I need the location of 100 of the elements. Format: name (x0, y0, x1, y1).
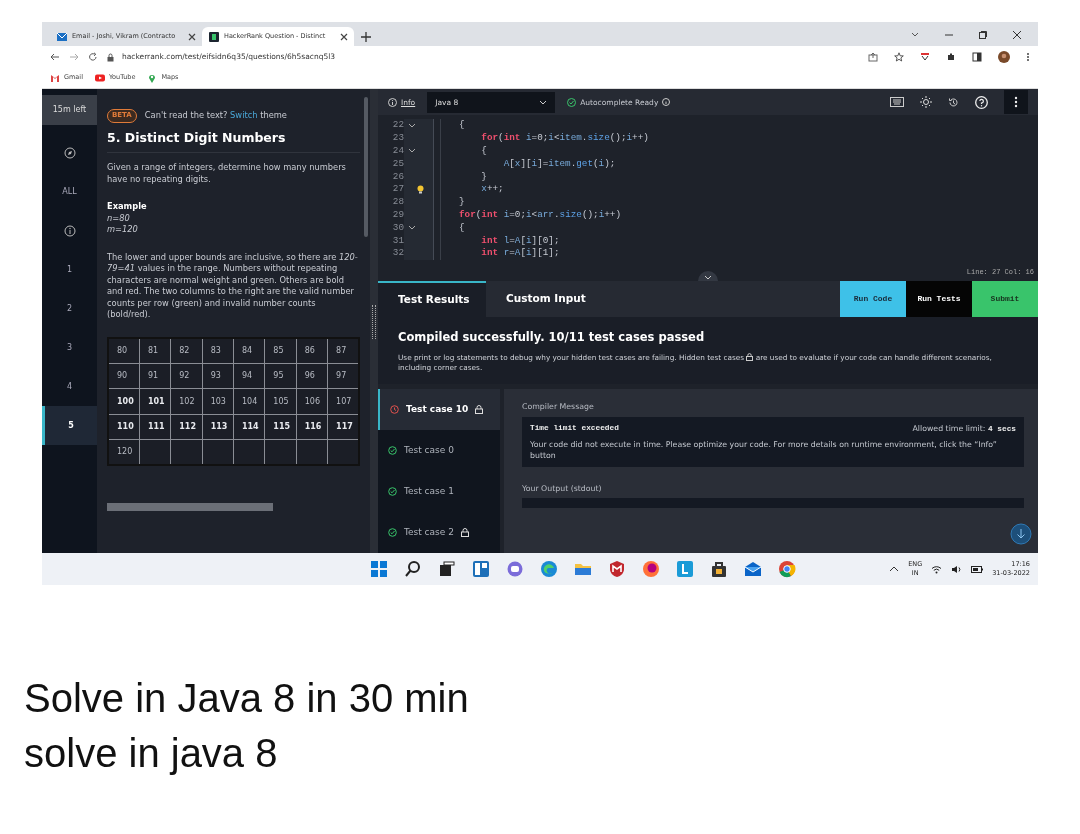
table-cell: 82 (170, 337, 203, 363)
table-cell: 120 (108, 439, 140, 465)
run-tests-button[interactable]: Run Tests (906, 280, 972, 318)
search-icon[interactable] (404, 560, 422, 578)
line-number: 30 (391, 221, 404, 235)
scrollbar[interactable] (107, 503, 273, 511)
code-line: for(int i=0;i<item.size();i++) (440, 132, 649, 145)
widgets-icon[interactable] (472, 560, 490, 578)
question-nav-item[interactable]: 2 (42, 289, 97, 328)
task-view-icon[interactable] (438, 560, 456, 578)
switch-link[interactable]: Switch (230, 110, 258, 120)
close-icon[interactable] (1012, 30, 1022, 40)
line-number: 24 (391, 145, 404, 158)
problem-title: 5. Distinct Digit Numbers (107, 122, 360, 153)
info-icon (63, 224, 76, 237)
chrome-icon[interactable] (778, 560, 796, 578)
code-line: int l=A[i][0]; (440, 234, 560, 248)
check-circle-icon (567, 97, 577, 107)
table-cell: 87 (327, 337, 359, 363)
keyboard-icon[interactable] (890, 97, 904, 108)
code-line: int r=A[i][1]; (440, 247, 560, 261)
speaker-icon[interactable] (951, 564, 963, 574)
info-icon (662, 98, 671, 107)
envelope-icon (56, 30, 68, 43)
code-editor[interactable]: 22 { 23 for(int i=0;i<item.size();i++) 24 { 25 A[x][i]=item.get(i); 26 } 27 x++; 28 } 29 for(int i=0;i<arr.size();i++) 30 { 31 int l=A[i][0]; 32 int r=A[i][1]; (378, 115, 1038, 267)
fox-icon[interactable] (642, 560, 660, 578)
info-icon (388, 97, 397, 107)
menu-icon[interactable] (1026, 52, 1030, 62)
test-case-item[interactable]: Test case 0 (378, 430, 500, 471)
question-nav-item[interactable]: ALL (42, 172, 97, 211)
problem-description: Given a range of integers, determine how many numbers have no repeating digits. (107, 162, 347, 185)
extension-icon[interactable] (920, 52, 930, 62)
chat-icon[interactable] (506, 560, 524, 578)
results-tab[interactable]: Custom Input (486, 280, 636, 318)
line-number: 23 (391, 132, 404, 145)
code-line: } (440, 170, 487, 184)
lock-icon (746, 352, 754, 361)
line-number: 29 (391, 209, 404, 222)
reload-icon[interactable] (88, 52, 98, 62)
question-nav-item[interactable]: 5 (42, 406, 97, 445)
code-line: A[x][i]=item.get(i); (440, 157, 616, 171)
battery-icon[interactable] (971, 565, 984, 573)
share-icon[interactable] (868, 52, 878, 62)
fold-chevron-icon[interactable] (408, 225, 416, 232)
fold-chevron-icon[interactable] (408, 148, 416, 155)
chevron-up-icon[interactable] (889, 565, 900, 573)
wifi-icon[interactable] (931, 564, 943, 574)
sun-icon[interactable] (920, 96, 932, 109)
scrollbar[interactable] (364, 97, 368, 237)
question-nav-item[interactable]: 1 (42, 250, 97, 289)
code-line: for(int i=0;i<arr.size();i++) (440, 209, 621, 222)
test-case-item[interactable]: Test case 10 (378, 389, 500, 430)
close-icon[interactable] (188, 32, 196, 41)
line-number: 25 (391, 157, 404, 171)
table-cell: 90 (108, 363, 140, 389)
browser-icon[interactable] (540, 560, 558, 578)
line-number: 22 (391, 119, 404, 133)
line-number: 28 (391, 196, 404, 209)
side-panel-icon[interactable] (972, 52, 982, 62)
help-icon[interactable] (975, 95, 988, 109)
shield-icon[interactable] (608, 560, 626, 578)
example-heading: Example (107, 201, 148, 213)
table-cell: 84 (233, 337, 265, 363)
shopping-bag-icon[interactable] (710, 560, 728, 578)
scroll-down-icon[interactable] (1010, 523, 1032, 545)
site-logo-icon (208, 30, 220, 43)
test-case-item[interactable]: Test case 2 (378, 512, 500, 553)
compass-icon (63, 146, 76, 159)
test-case-item[interactable]: Test case 1 (378, 471, 500, 512)
fold-chevron-icon[interactable] (408, 122, 416, 129)
start-icon[interactable] (370, 560, 388, 578)
example-value: n=80 (107, 212, 131, 224)
results-tab[interactable]: Test Results (378, 280, 486, 318)
more-icon[interactable] (1014, 96, 1018, 109)
timer-text: 15m left (42, 95, 97, 125)
collapse-chevron-icon[interactable] (698, 270, 718, 281)
question-nav-item[interactable]: 3 (42, 328, 97, 367)
caption-text: Solve in Java 8 in 30 min (24, 675, 470, 722)
resize-handle[interactable] (372, 305, 376, 339)
lightbulb-icon[interactable] (417, 185, 424, 195)
question-nav-item[interactable]: 4 (42, 367, 97, 406)
close-icon[interactable] (340, 32, 348, 41)
run-code-button[interactable]: Run Code (840, 280, 906, 318)
back-icon[interactable] (50, 52, 60, 62)
table-cell: 86 (296, 337, 328, 363)
app-tile-icon[interactable] (676, 560, 694, 578)
avatar-icon[interactable] (998, 51, 1010, 63)
table-cell: 81 (139, 337, 171, 363)
line-number: 27 (391, 183, 404, 197)
table-cell: 85 (264, 337, 297, 363)
code-line: { (440, 145, 487, 158)
history-icon[interactable] (948, 96, 959, 108)
mail-icon[interactable] (744, 560, 762, 578)
table-cell: 100 (108, 388, 140, 414)
caption-text: solve in java 8 (24, 730, 279, 777)
star-icon[interactable] (894, 52, 904, 62)
code-line: } (440, 196, 465, 209)
submit-button[interactable]: Submit (972, 280, 1038, 318)
restore-icon[interactable] (978, 30, 988, 40)
table-cell: 83 (202, 337, 234, 363)
